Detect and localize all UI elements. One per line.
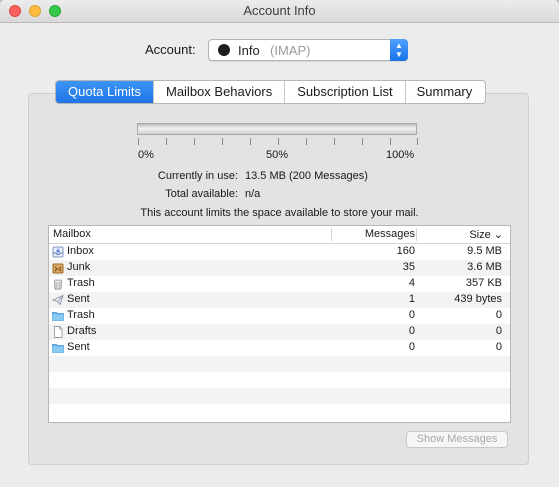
message-count: 0: [408, 309, 415, 321]
message-count: 4: [408, 277, 415, 289]
quota-tick: [417, 138, 418, 145]
account-label: Account:: [145, 42, 196, 57]
mailbox-size: 9.5 MB: [467, 245, 502, 257]
account-popup[interactable]: Info (IMAP) ▲ ▼: [208, 39, 408, 61]
folder-icon: [52, 344, 64, 353]
quota-tick: [306, 138, 307, 145]
column-separator: [331, 228, 332, 241]
mailbox-name: Junk: [67, 261, 91, 273]
table-row[interactable]: Inbox 160 9.5 MB: [49, 244, 510, 260]
mailbox-name: Sent: [67, 293, 90, 305]
message-count: 0: [408, 341, 415, 353]
quota-tick: [362, 138, 363, 145]
title-bar: Account Info: [0, 0, 559, 23]
sent-icon: [52, 294, 64, 306]
quota-tick: [166, 138, 167, 145]
empty-row: [49, 372, 510, 388]
quota-tick: [390, 138, 391, 145]
tab-subscription-list[interactable]: Subscription List: [284, 81, 404, 103]
mailbox-table[interactable]: Mailbox Messages Size ⌄ Inbox 160 9.5 MB…: [48, 225, 511, 423]
quota-tick-label-50: 50%: [266, 149, 289, 161]
window-title: Account Info: [243, 3, 316, 18]
tab-bar: Quota Limits Mailbox Behaviors Subscript…: [55, 80, 487, 104]
junk-icon: [52, 263, 64, 274]
mailbox-name: Drafts: [67, 325, 97, 337]
message-count: 160: [396, 245, 415, 257]
mailbox-name: Trash: [67, 277, 95, 289]
total-available-label: Total available:: [165, 188, 238, 200]
chevron-updown-icon: ▲ ▼: [390, 39, 408, 61]
quota-tick: [250, 138, 251, 145]
total-available-value: n/a: [245, 188, 261, 200]
table-row[interactable]: Junk 35 3.6 MB: [49, 260, 510, 276]
empty-row: [49, 404, 510, 420]
mailbox-size: 3.6 MB: [467, 261, 502, 273]
account-status-icon: [218, 44, 230, 56]
account-info-window: Account Info Account: Info (IMAP) ▲ ▼ Quo…: [0, 0, 559, 487]
quota-tick: [278, 138, 279, 145]
table-header: Mailbox Messages Size ⌄: [49, 226, 510, 244]
mailbox-size: 0: [495, 309, 502, 321]
column-header-size[interactable]: Size ⌄: [469, 228, 503, 241]
empty-row: [49, 388, 510, 404]
mailbox-name: Sent: [67, 341, 90, 353]
quota-tick: [138, 138, 139, 145]
trash-icon: [53, 279, 63, 290]
show-messages-button[interactable]: Show Messages: [406, 431, 508, 448]
table-row[interactable]: Sent 0 0: [49, 340, 510, 356]
empty-row: [49, 356, 510, 372]
table-row[interactable]: Trash 0 0: [49, 308, 510, 324]
mailbox-name: Trash: [67, 309, 95, 321]
quota-tick: [334, 138, 335, 145]
quota-ticks: [138, 138, 418, 146]
table-row[interactable]: Drafts 0 0: [49, 324, 510, 340]
tab-quota-limits[interactable]: Quota Limits: [56, 81, 153, 103]
message-count: 35: [402, 261, 415, 273]
tab-mailbox-behaviors[interactable]: Mailbox Behaviors: [152, 81, 284, 103]
table-row[interactable]: Sent 1 439 bytes: [49, 292, 510, 308]
in-use-value: 13.5 MB (200 Messages): [245, 170, 368, 182]
quota-tick-label-0: 0%: [138, 149, 154, 161]
quota-bar: [137, 123, 417, 135]
quota-tick: [222, 138, 223, 145]
account-name: Info: [238, 43, 260, 58]
account-type: (IMAP): [270, 43, 311, 58]
column-header-mailbox[interactable]: Mailbox: [53, 228, 91, 240]
mailbox-size: 357 KB: [465, 277, 502, 289]
document-icon: [54, 326, 63, 338]
mailbox-name: Inbox: [67, 245, 94, 257]
column-header-messages[interactable]: Messages: [365, 228, 415, 240]
column-separator: [416, 228, 417, 241]
mailbox-size: 439 bytes: [454, 293, 502, 305]
quota-tick: [194, 138, 195, 145]
folder-icon: [52, 312, 64, 321]
quota-tick-label-100: 100%: [386, 149, 415, 161]
message-count: 0: [408, 325, 415, 337]
table-row[interactable]: Trash 4 357 KB: [49, 276, 510, 292]
mailbox-size: 0: [495, 341, 502, 353]
quota-note: This account limits the space available …: [140, 207, 419, 219]
inbox-icon: [52, 246, 64, 258]
message-count: 1: [408, 293, 415, 305]
in-use-label: Currently in use:: [157, 170, 238, 182]
tab-summary[interactable]: Summary: [404, 81, 486, 103]
mailbox-size: 0: [495, 325, 502, 337]
